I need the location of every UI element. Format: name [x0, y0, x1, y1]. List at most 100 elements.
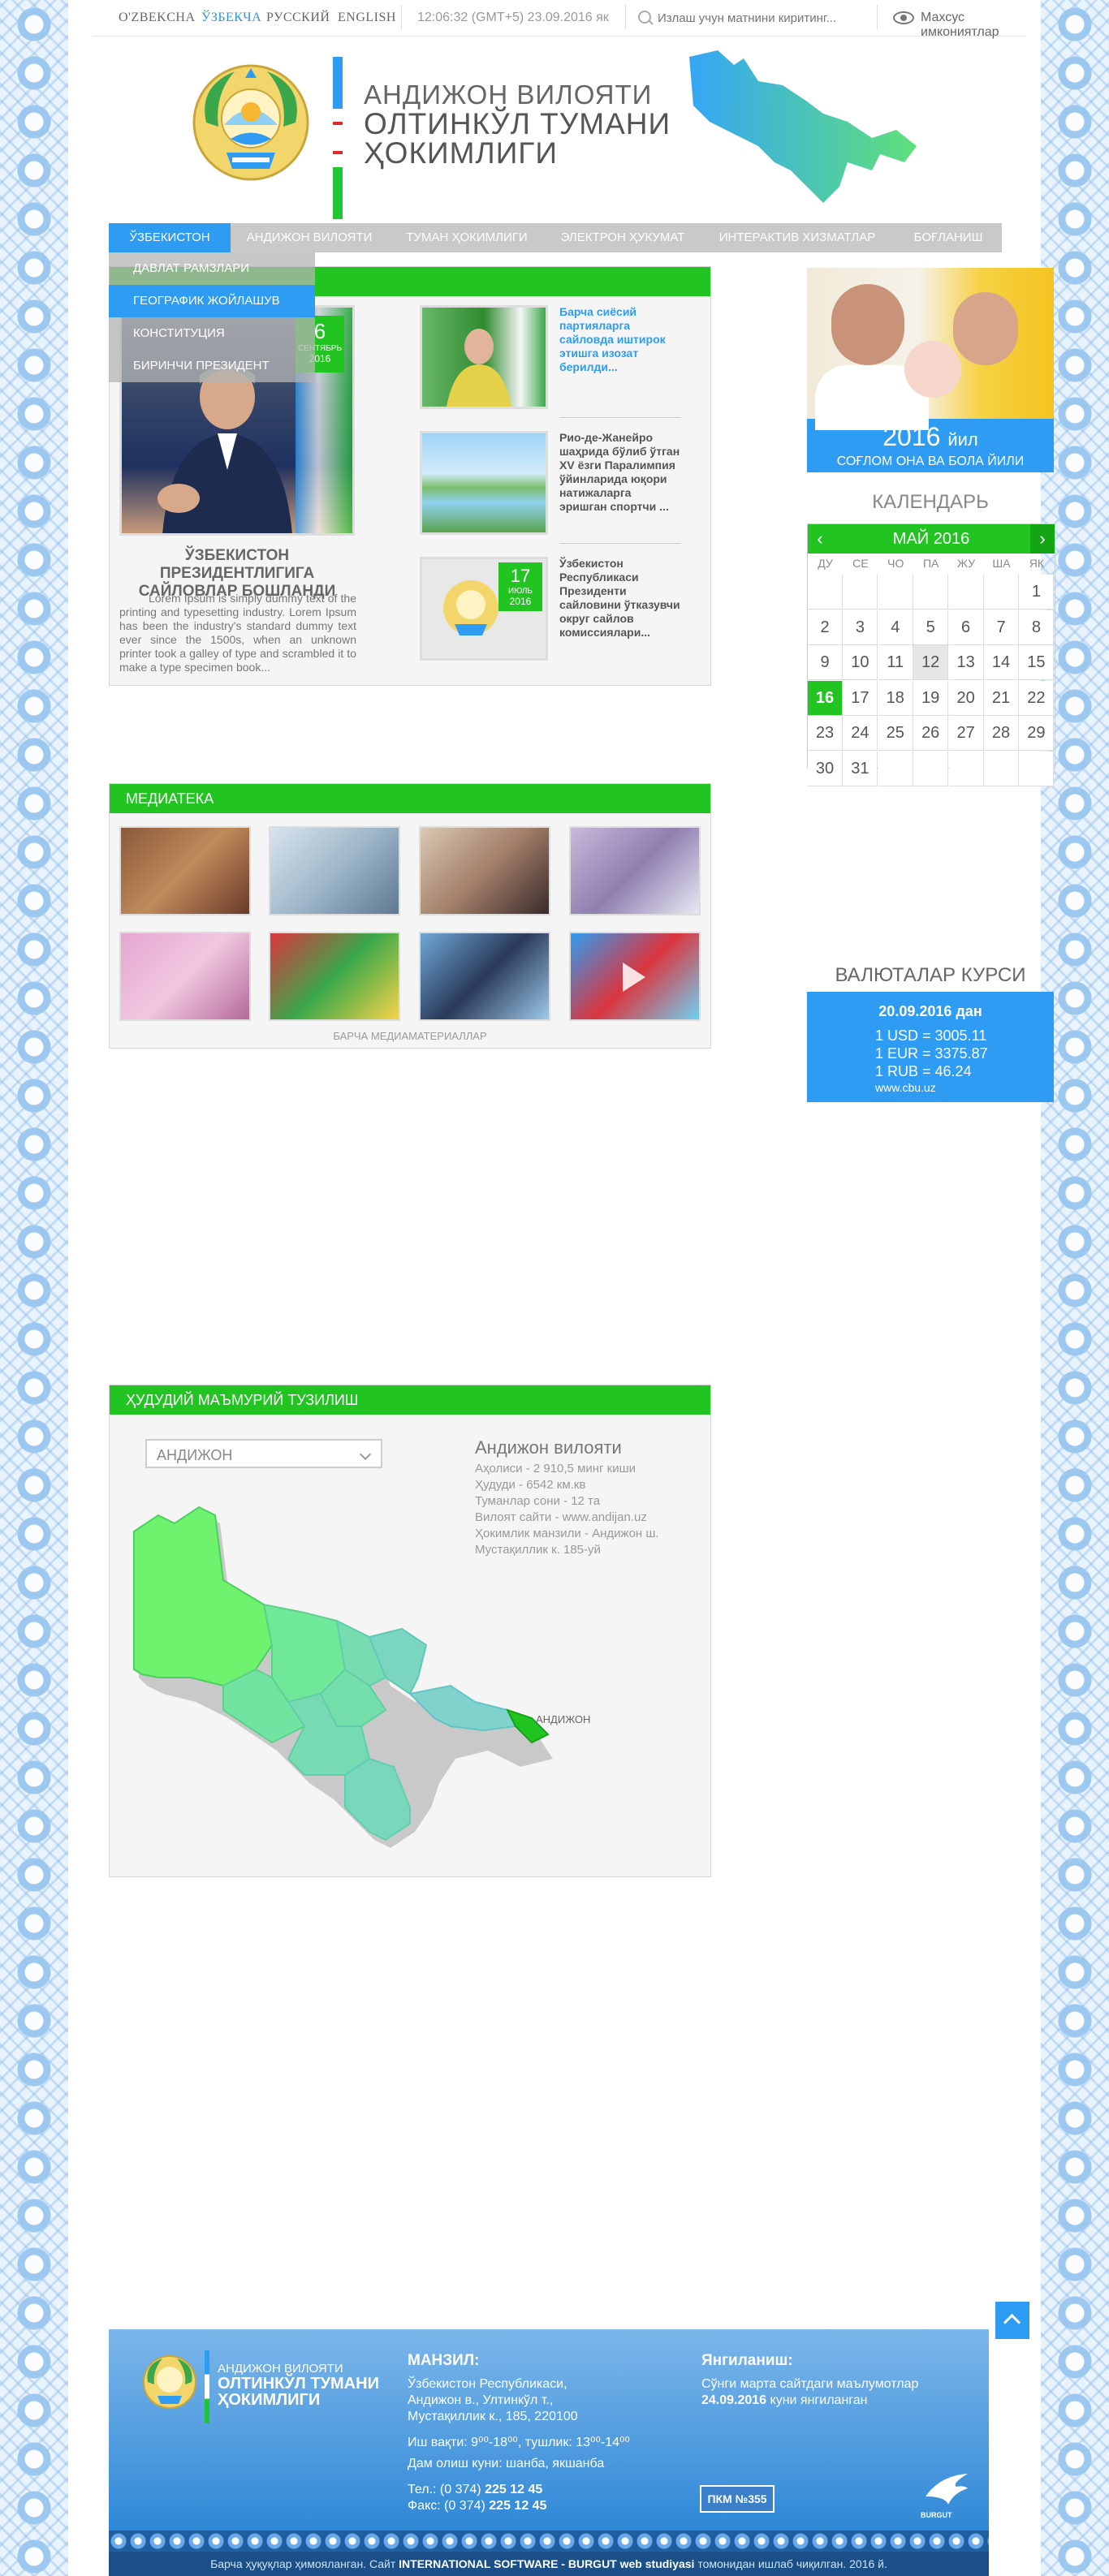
media-thumbnail[interactable]: [269, 932, 400, 1021]
footer-fax: Факс: (0 374) 225 12 45: [408, 2499, 547, 2513]
media-thumbnail[interactable]: [419, 826, 550, 915]
nav-interactive-services[interactable]: ИНТЕРАКТИВ ХИЗМАТЛАР: [700, 223, 895, 252]
lang-english[interactable]: ENGLISH: [338, 11, 396, 25]
nav-andijan-region[interactable]: АНДИЖОН ВИЛОЯТИ: [231, 223, 388, 252]
nav-e-government[interactable]: ЭЛЕКТРОН ҲУКУМАТ: [546, 223, 700, 252]
calendar-day[interactable]: 7: [984, 610, 1019, 645]
calendar-day[interactable]: 29: [1019, 716, 1055, 751]
media-thumbnail[interactable]: [419, 932, 550, 1021]
calendar-day[interactable]: 2: [808, 610, 843, 645]
calendar-day[interactable]: 23: [808, 716, 843, 751]
main-news-text: Lorem Ipsum is simply dummy text of the …: [119, 592, 356, 674]
media-thumbnail[interactable]: [269, 826, 400, 915]
nav-contact[interactable]: БОҒЛАНИШ: [895, 223, 1002, 252]
banner-photo: [807, 268, 1054, 430]
currency-date: 20.09.2016 дан: [878, 1003, 982, 1019]
calendar-day[interactable]: 16: [808, 680, 843, 716]
burgut-bird-logo[interactable]: [924, 2472, 969, 2513]
currency-usd: 1 USD = 3005.11: [875, 1027, 987, 1044]
calendar-empty-cell: [1019, 751, 1055, 786]
calendar-day[interactable]: 24: [843, 716, 878, 751]
calendar-day[interactable]: 13: [948, 645, 984, 680]
calendar-day[interactable]: 9: [808, 645, 843, 680]
media-thumbnail[interactable]: [119, 932, 251, 1021]
calendar-day[interactable]: 21: [984, 680, 1019, 716]
side-news-item[interactable]: Барча сиёсий партияларга сайловда иштиро…: [420, 305, 688, 419]
calendar-day[interactable]: 10: [843, 645, 878, 680]
calendar-day[interactable]: 17: [843, 680, 878, 716]
nav-district-administration[interactable]: ТУМАН ҲОКИМЛИГИ: [388, 223, 546, 252]
calendar-day[interactable]: 26: [913, 716, 949, 751]
news-thumbnail[interactable]: [420, 305, 548, 409]
region-karakalpakstan[interactable]: [133, 1506, 274, 1687]
media-thumbnail[interactable]: [119, 826, 251, 915]
nav-dropdown-menu: ДАВЛАТ РАМЗЛАРИ ГЕОГРАФИК ЖОЙЛАШУВ КОНСТ…: [109, 252, 315, 382]
calendar-day[interactable]: 27: [948, 716, 984, 751]
calendar-weekday: ДУ: [818, 557, 833, 570]
eye-icon[interactable]: [893, 11, 914, 24]
calendar-day[interactable]: 6: [948, 610, 984, 645]
calendar-day[interactable]: 20: [948, 680, 984, 716]
header-title-line3: ҲОКИМЛИГИ: [364, 136, 558, 170]
side-news-title[interactable]: Рио-де-Жанейро шаҳрида бўлиб ўтган XV ёз…: [559, 431, 681, 514]
footer-copyright: Барча ҳуқуқлар ҳимояланган. Сайт INTERNA…: [109, 2552, 989, 2576]
dropdown-first-president[interactable]: БИРИНЧИ ПРЕЗИДЕНТ: [109, 350, 315, 382]
calendar-weekday: ЧО: [887, 557, 904, 570]
dropdown-constitution[interactable]: КОНСТИТУЦИЯ: [109, 317, 315, 350]
clock: 12:06:32 (GMT+5) 23.09.2016 як: [417, 11, 609, 24]
currency-source-link[interactable]: www.cbu.uz: [875, 1081, 936, 1094]
chevron-right-icon[interactable]: ›: [1030, 524, 1055, 554]
calendar-weekday: ПА: [922, 557, 939, 570]
calendar-day[interactable]: 19: [913, 680, 949, 716]
year-banner[interactable]: 2016 йил СОҒЛОМ ОНА ВА БОЛА ЙИЛИ: [807, 268, 1054, 472]
visitor-counter[interactable]: ПКМ №355: [700, 2485, 775, 2513]
calendar-day[interactable]: 8: [1019, 610, 1055, 645]
state-emblem-logo[interactable]: [190, 62, 312, 183]
media-video-thumbnail[interactable]: [569, 932, 701, 1021]
side-news-item[interactable]: Рио-де-Жанейро шаҳрида бўлиб ўтган XV ёз…: [420, 431, 688, 545]
calendar-day[interactable]: 14: [984, 645, 1019, 680]
calendar-day[interactable]: 12: [913, 645, 949, 680]
calendar-day[interactable]: 18: [878, 680, 913, 716]
side-news-item[interactable]: 17 ИЮЛЬ 2016 Ўзбекистон Республикаси Пре…: [420, 557, 688, 670]
calendar-empty-cell: [808, 575, 843, 610]
dropdown-state-symbols[interactable]: ДАВЛАТ РАМЗЛАРИ: [109, 252, 315, 285]
calendar-day[interactable]: 3: [843, 610, 878, 645]
calendar-day[interactable]: 1: [1019, 575, 1055, 610]
calendar-month-label: МАЙ 2016: [808, 524, 1055, 554]
calendar-day[interactable]: 30: [808, 751, 843, 786]
news-thumbnail[interactable]: 17 ИЮЛЬ 2016: [420, 557, 548, 661]
search-icon[interactable]: [638, 11, 651, 24]
calendar-day[interactable]: 4: [878, 610, 913, 645]
media-thumbnail[interactable]: [569, 826, 701, 915]
all-media-link[interactable]: БАРЧА МЕДИАМАТЕРИАЛЛАР: [110, 1030, 710, 1042]
calendar-day[interactable]: 11: [878, 645, 913, 680]
calendar-day[interactable]: 5: [913, 610, 949, 645]
region-select[interactable]: АНДИЖОН: [145, 1439, 382, 1468]
scroll-to-top-button[interactable]: [995, 2302, 1029, 2339]
news-thumbnail[interactable]: [420, 431, 548, 535]
calendar-day[interactable]: 15: [1019, 645, 1055, 680]
nav-uzbekistan[interactable]: ЎЗБЕКИСТОН: [109, 223, 231, 252]
lang-oz-latin[interactable]: O'ZBEKCHA: [119, 11, 196, 25]
calendar-day[interactable]: 22: [1019, 680, 1055, 716]
chevron-left-icon[interactable]: ‹: [808, 524, 832, 554]
calendar-empty-cell: [948, 575, 984, 610]
special-features-link[interactable]: Махсус имкониятлар: [921, 11, 1026, 40]
state-emblem-logo[interactable]: [141, 2354, 198, 2410]
uzbekistan-regions-map[interactable]: АНДИЖОН: [126, 1483, 710, 1864]
dropdown-geographic-location[interactable]: ГЕОГРАФИК ЖОЙЛАШУВ: [109, 285, 315, 317]
calendar-day[interactable]: 28: [984, 716, 1019, 751]
calendar-day[interactable]: 31: [843, 751, 878, 786]
search-input[interactable]: [656, 6, 870, 29]
calendar-day[interactable]: 25: [878, 716, 913, 751]
admin-panel-header: ҲУДУДИЙ МАЪМУРИЙ ТУЗИЛИШ: [110, 1385, 710, 1415]
side-news-title[interactable]: Барча сиёсий партияларга сайловда иштиро…: [559, 305, 681, 374]
calendar-weekday: СЕ: [852, 557, 869, 570]
lang-oz-cyrillic[interactable]: ЎЗБЕКЧА: [201, 11, 261, 25]
developer-link[interactable]: INTERNATIONAL SOFTWARE - BURGUT web stud…: [399, 2557, 694, 2570]
calendar-weekday: ША: [992, 557, 1011, 570]
side-news-title[interactable]: Ўзбекистон Республикаси Президенти сайло…: [559, 557, 681, 640]
lang-russian[interactable]: РУССКИЙ: [266, 11, 330, 25]
media-panel-header: МЕДИАТЕКА: [110, 784, 710, 813]
